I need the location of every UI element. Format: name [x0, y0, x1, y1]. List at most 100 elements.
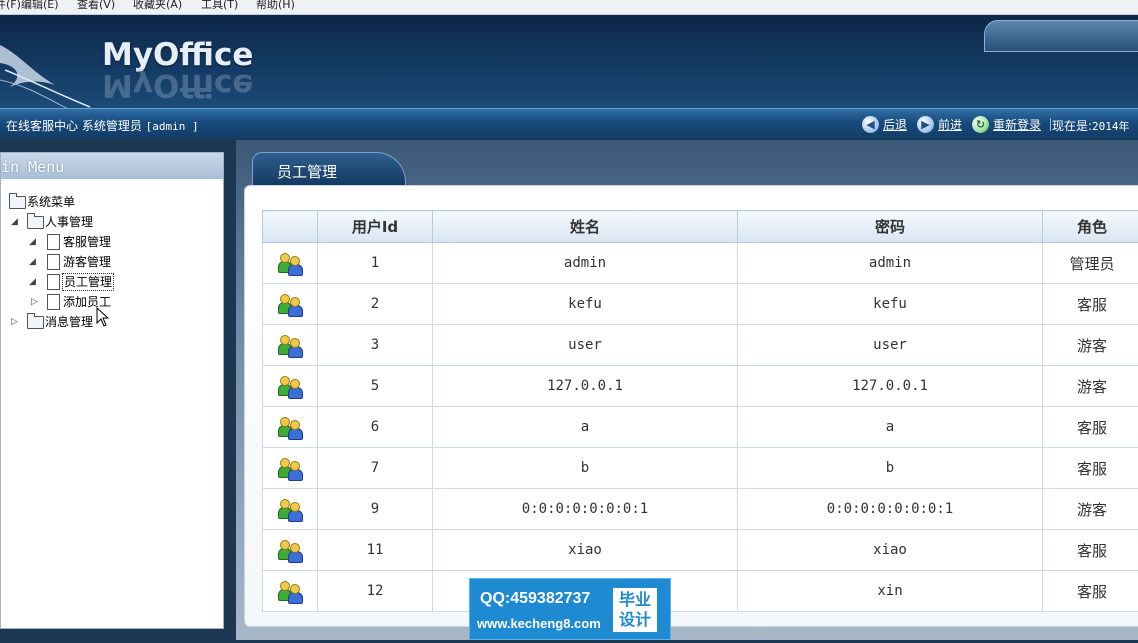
relogin-icon[interactable]: ↻ — [972, 116, 989, 133]
cell-password: 127.0.0.1 — [737, 365, 1043, 407]
table-row[interactable]: 7 b b 客服 — [262, 447, 1138, 489]
row-icon-cell — [262, 242, 318, 284]
table-row[interactable]: 5 127.0.0.1 127.0.0.1 游客 — [262, 365, 1138, 407]
cell-name: user — [432, 324, 738, 366]
row-icon-cell — [262, 283, 318, 325]
page-icon — [47, 234, 60, 250]
cell-id: 7 — [317, 447, 433, 489]
collapse-arrow-icon[interactable]: ◢ — [29, 233, 39, 251]
table-row[interactable]: 11 xiao xiao 客服 — [262, 529, 1138, 571]
mouse-cursor-icon — [96, 307, 110, 327]
service-center-text: 在线客服中心 系统管理员 — [6, 119, 142, 133]
table-row[interactable]: 9 0:0:0:0:0:0:0:1 0:0:0:0:0:0:0:1 游客 — [262, 488, 1138, 530]
cell-id: 6 — [317, 406, 433, 448]
cell-password: user — [737, 324, 1043, 366]
tab-employee-management[interactable]: 员工管理 — [252, 152, 406, 185]
cell-id: 9 — [317, 488, 433, 530]
sidebar-menu: Main Menu 系统菜单 ◢ 人事管理 ◢ 客服管理 ◢ 游客管理 ◢ 员工… — [0, 152, 224, 629]
bird-logo-icon — [0, 45, 91, 108]
collapse-arrow-icon[interactable]: ◢ — [29, 253, 39, 271]
row-icon-cell — [262, 365, 318, 407]
table-row[interactable]: 3 user user 游客 — [262, 324, 1138, 366]
username-text: [admin ] — [145, 120, 199, 133]
users-icon — [278, 252, 303, 276]
table-row[interactable]: 12xinxin客服 — [262, 570, 1138, 612]
status-bar: 在线客服中心 系统管理员 [admin ] ◀ 后退 ▶ 前进 ↻ 重新登录 现… — [0, 108, 1138, 139]
cell-name: 127.0.0.1 — [432, 365, 738, 407]
table-row[interactable]: 2 kefu kefu 客服 — [262, 283, 1138, 325]
users-icon — [278, 498, 303, 522]
menu-help[interactable]: 帮助(H) — [256, 0, 295, 10]
menu-edit[interactable]: 编辑(E) — [21, 0, 59, 10]
browser-menu-bar: 文件(F) 编辑(E) 查看(V) 收藏夹(A) 工具(T) 帮助(H) — [0, 0, 1138, 15]
cell-name: admin — [432, 242, 738, 284]
cell-password: a — [737, 406, 1043, 448]
users-icon — [278, 580, 303, 604]
users-icon — [278, 293, 303, 317]
folder-icon — [27, 313, 44, 329]
menu-tools[interactable]: 工具(T) — [201, 0, 238, 10]
table-row[interactable]: 6 a a 客服 — [262, 406, 1138, 448]
col-header-role[interactable]: 角色 — [1042, 210, 1138, 243]
time-label: 现在是: — [1052, 119, 1093, 133]
back-link[interactable]: 后退 — [883, 116, 907, 133]
cell-name: kefu — [432, 283, 738, 325]
back-icon[interactable]: ◀ — [862, 116, 879, 133]
cell-role: 客服 — [1042, 406, 1138, 448]
col-header-icon — [262, 210, 318, 243]
watermark-qq: QQ:459382737 — [480, 590, 591, 607]
sidebar-title: Main Menu — [1, 153, 223, 179]
page-icon — [47, 294, 60, 310]
row-icon-cell — [262, 570, 318, 612]
table-body: 1 admin admin 管理员 2 kefu kefu 客服 3 user user 游客 5 127… — [262, 242, 1138, 612]
page-icon — [47, 274, 60, 290]
users-icon — [278, 375, 303, 399]
header-banner: MyOffice MyOffice — [0, 15, 1138, 108]
status-divider — [1050, 118, 1051, 131]
cell-id: 2 — [317, 283, 433, 325]
cell-password: kefu — [737, 283, 1043, 325]
collapse-arrow-icon[interactable]: ◢ — [11, 213, 21, 231]
cell-name: b — [432, 447, 738, 489]
folder-icon — [9, 193, 26, 209]
forward-link[interactable]: 前进 — [938, 116, 962, 133]
menu-file[interactable]: 文件(F) — [0, 0, 21, 10]
cell-name: a — [432, 406, 738, 448]
menu-favorites[interactable]: 收藏夹(A) — [133, 0, 182, 10]
cell-password: admin — [737, 242, 1043, 284]
cell-password: b — [737, 447, 1043, 489]
cell-password: xiao — [737, 529, 1043, 571]
collapse-arrow-icon[interactable]: ◢ — [29, 273, 39, 291]
cell-role: 游客 — [1042, 488, 1138, 530]
watermark-banner: QQ:459382737 www.kecheng8.com 毕业 设计 — [469, 578, 671, 640]
cell-name: xiao — [432, 529, 738, 571]
row-icon-cell — [262, 447, 318, 489]
col-header-name[interactable]: 姓名 — [432, 210, 738, 243]
app-logo-reflection: MyOffice — [102, 67, 254, 103]
expand-arrow-icon[interactable]: ▷ — [31, 293, 41, 311]
cell-role: 游客 — [1042, 365, 1138, 407]
user-info: 在线客服中心 系统管理员 [admin ] — [6, 117, 199, 134]
relogin-link[interactable]: 重新登录 — [993, 116, 1041, 133]
cell-id: 11 — [317, 529, 433, 571]
users-icon — [278, 457, 303, 481]
cell-role: 客服 — [1042, 570, 1138, 612]
forward-icon[interactable]: ▶ — [917, 116, 934, 133]
cell-password: xin — [737, 570, 1043, 612]
row-icon-cell — [262, 324, 318, 366]
cell-name: 0:0:0:0:0:0:0:1 — [432, 488, 738, 530]
col-header-password[interactable]: 密码 — [737, 210, 1043, 243]
menu-view[interactable]: 查看(V) — [77, 0, 115, 10]
page-icon — [47, 254, 60, 270]
employee-table: 用户Id 姓名 密码 角色 1 admin admin 管理员 2 kefu kefu 客服 3… — [262, 210, 1138, 612]
users-icon — [278, 539, 303, 563]
expand-arrow-icon[interactable]: ▷ — [11, 313, 21, 331]
users-icon — [278, 334, 303, 358]
table-row[interactable]: 1 admin admin 管理员 — [262, 242, 1138, 284]
time-value: 2014年 — [1092, 120, 1130, 133]
banner-decoration — [984, 20, 1138, 52]
cell-role: 客服 — [1042, 447, 1138, 489]
col-header-id[interactable]: 用户Id — [317, 210, 433, 243]
cell-role: 管理员 — [1042, 242, 1138, 284]
row-icon-cell — [262, 406, 318, 448]
